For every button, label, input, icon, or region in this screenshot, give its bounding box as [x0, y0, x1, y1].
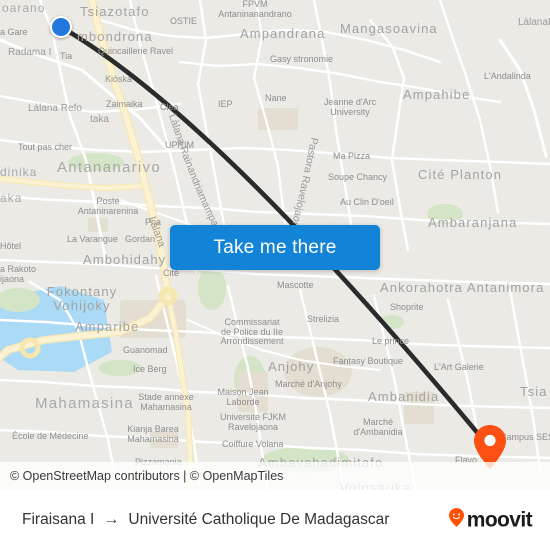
arrow-right-icon: →: [103, 511, 120, 528]
moovit-pin-icon: [448, 508, 465, 533]
origin-dot-marker[interactable]: [50, 16, 72, 38]
moovit-logo[interactable]: moovit: [448, 508, 533, 533]
trip-map-screen: Làlana Rainandriamampandry Pastora Ravel…: [0, 0, 550, 550]
moovit-wordmark: moovit: [466, 508, 533, 531]
route-origin-label: Firaisana I: [22, 511, 95, 528]
map-canvas[interactable]: Làlana Rainandriamampandry Pastora Ravel…: [0, 0, 550, 490]
route-destination-label: Université Catholique De Madagascar: [128, 511, 390, 528]
take-me-there-button[interactable]: Take me there: [170, 225, 380, 270]
street-label-lalana: Làlana: [146, 215, 168, 249]
map-attribution: © OpenStreetMap contributors | © OpenMap…: [0, 462, 550, 490]
footer-bar: Firaisana I → Université Catholique De M…: [0, 490, 550, 550]
attribution-text: © OpenStreetMap contributors | © OpenMap…: [10, 469, 284, 483]
route-summary: Firaisana I → Université Catholique De M…: [0, 511, 389, 529]
